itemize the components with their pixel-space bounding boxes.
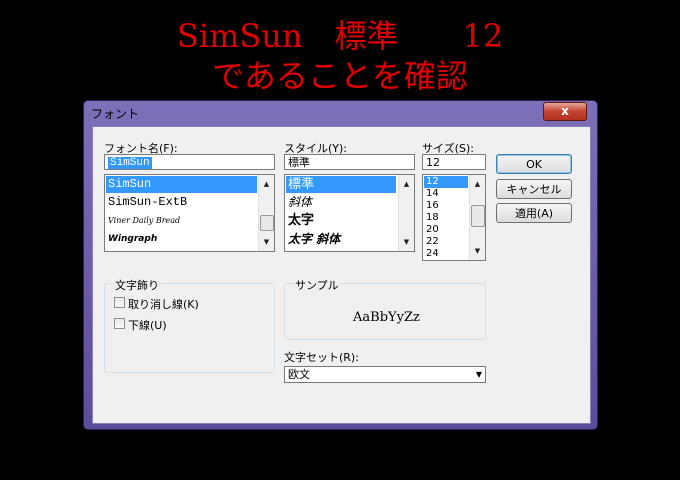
font-name-value: SimSun <box>108 157 152 169</box>
size-input[interactable]: 12 <box>422 154 486 170</box>
strikeout-label[interactable]: 取り消し線(K) <box>128 296 199 312</box>
scroll-thumb[interactable] <box>260 215 274 231</box>
charset-value: 欧文 <box>288 368 310 381</box>
dialog-titlebar[interactable]: フォント x <box>84 101 597 125</box>
caption-line-1: SimSun 標準 12 <box>176 17 504 55</box>
underline-checkbox[interactable] <box>114 318 125 329</box>
chevron-down-icon: ▼ <box>475 370 482 379</box>
list-item[interactable]: 14 <box>424 188 439 200</box>
size-list[interactable]: 12 14 16 18 20 22 24 ▲ ▼ <box>422 174 486 261</box>
list-item[interactable]: 斜体 <box>286 194 312 211</box>
sample-text: AaBbYyZz <box>353 310 420 325</box>
effects-label: 文字飾り <box>113 277 161 293</box>
sample-label: サンプル <box>293 277 341 293</box>
strikeout-checkbox[interactable] <box>114 297 125 308</box>
list-item[interactable]: Wingraph <box>106 231 157 248</box>
dialog-client: フォント名(F): SimSun SimSun SimSun-ExtB Vine… <box>92 126 591 424</box>
ok-button[interactable]: OK <box>496 154 572 174</box>
font-dialog: フォント x フォント名(F): SimSun SimSun SimSun-Ex… <box>83 100 598 430</box>
list-item[interactable]: 24 <box>424 248 439 260</box>
list-item[interactable]: Viner Daily Bread <box>106 212 180 229</box>
close-button[interactable]: x <box>543 102 587 121</box>
size-list-scrollbar[interactable]: ▲ ▼ <box>469 175 485 260</box>
list-item[interactable]: 標準 <box>286 176 396 193</box>
cancel-button[interactable]: キャンセル <box>496 179 572 199</box>
scroll-up-icon[interactable]: ▲ <box>259 176 274 192</box>
underline-label[interactable]: 下線(U) <box>128 317 167 333</box>
style-list[interactable]: 標準 斜体 太字 太字 斜体 ▲ ▼ <box>284 174 415 252</box>
charset-label: 文字セット(R): <box>284 351 359 364</box>
close-icon: x <box>561 104 569 118</box>
scroll-down-icon[interactable]: ▼ <box>399 234 414 250</box>
scroll-up-icon[interactable]: ▲ <box>470 176 485 192</box>
list-item[interactable]: 18 <box>424 212 439 224</box>
list-item[interactable]: SimSun <box>106 176 257 193</box>
scroll-thumb[interactable] <box>471 205 485 227</box>
scroll-down-icon[interactable]: ▼ <box>259 234 274 250</box>
list-item[interactable]: SimSun-ExtB <box>106 194 187 211</box>
font-name-input[interactable]: SimSun <box>104 154 275 170</box>
list-item[interactable]: 20 <box>424 224 439 236</box>
list-item[interactable]: 22 <box>424 236 439 248</box>
style-list-scrollbar[interactable]: ▲ ▼ <box>398 175 414 251</box>
caption-line-2: であることを確認 <box>212 57 468 95</box>
font-name-list[interactable]: SimSun SimSun-ExtB Viner Daily Bread Win… <box>104 174 275 252</box>
font-list-scrollbar[interactable]: ▲ ▼ <box>258 175 274 251</box>
style-input[interactable]: 標準 <box>284 154 415 170</box>
charset-select[interactable]: 欧文 ▼ <box>284 366 486 383</box>
list-item[interactable]: 12 <box>424 176 468 188</box>
scroll-up-icon[interactable]: ▲ <box>399 176 414 192</box>
list-item[interactable]: 太字 <box>286 212 314 229</box>
apply-button[interactable]: 適用(A) <box>496 203 572 223</box>
list-item[interactable]: 太字 斜体 <box>286 231 340 248</box>
list-item[interactable]: 16 <box>424 200 439 212</box>
scroll-down-icon[interactable]: ▼ <box>470 243 485 259</box>
dialog-title: フォント <box>91 107 140 121</box>
